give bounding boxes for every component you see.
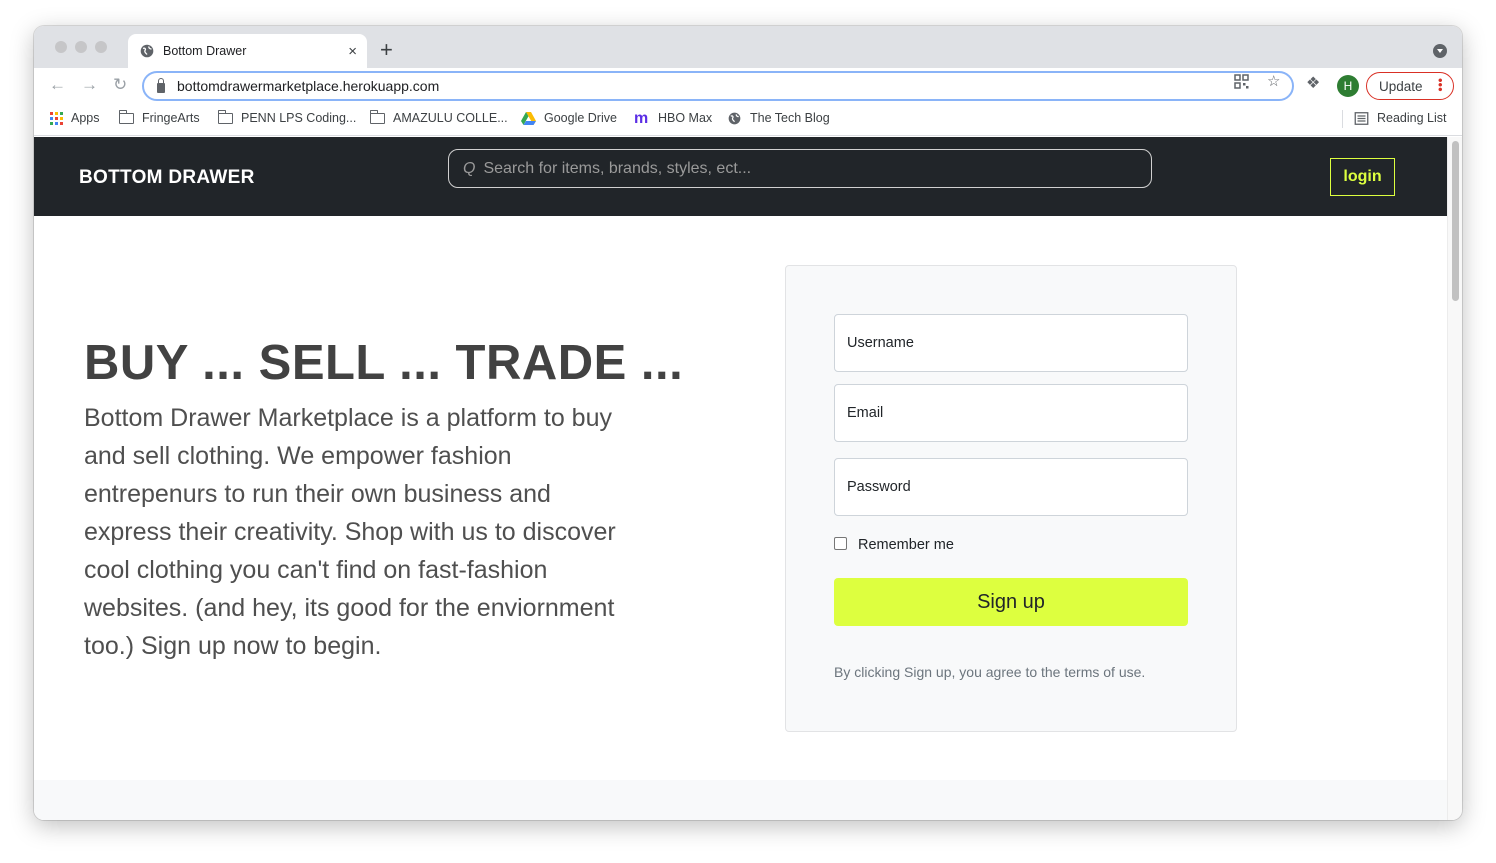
search-placeholder: Search for items, brands, styles, ect...: [483, 159, 752, 177]
reading-list-button[interactable]: Reading List: [1354, 111, 1447, 125]
site-navbar: BOTTOM DRAWER Q Search for items, brands…: [34, 137, 1447, 216]
username-placeholder: Username: [847, 335, 914, 351]
tab-strip: Bottom Drawer × +: [34, 26, 1462, 68]
username-field[interactable]: Username: [834, 314, 1188, 372]
profile-avatar[interactable]: H: [1337, 75, 1359, 97]
lock-icon[interactable]: [157, 77, 165, 93]
bookmark-label: The Tech Blog: [750, 111, 830, 125]
bookmark-hbo-max[interactable]: m HBO Max: [634, 109, 713, 127]
page-scrollbar[interactable]: [1447, 137, 1462, 820]
back-icon[interactable]: ←: [49, 76, 66, 93]
scrollbar-thumb[interactable]: [1452, 141, 1459, 301]
bookmark-label: PENN LPS Coding...: [241, 111, 357, 125]
bookmark-apps[interactable]: Apps: [50, 111, 100, 125]
password-placeholder: Password: [847, 479, 911, 495]
signup-button[interactable]: Sign up: [834, 578, 1188, 626]
minimize-window-button[interactable]: [75, 41, 87, 53]
bookmark-star-icon[interactable]: ☆: [1267, 74, 1280, 89]
apps-grid-icon: [50, 111, 63, 125]
qr-code-icon[interactable]: [1234, 74, 1249, 92]
reload-icon[interactable]: ↻: [113, 76, 127, 93]
bookmark-tech-blog[interactable]: The Tech Blog: [727, 111, 830, 125]
bookmark-fringearts[interactable]: FringeArts: [118, 109, 200, 125]
globe-icon: [140, 44, 154, 58]
zoom-window-button[interactable]: [95, 41, 107, 53]
more-menu-icon[interactable]: •••: [1433, 78, 1448, 92]
login-button[interactable]: login: [1330, 158, 1395, 196]
update-button[interactable]: Update •••: [1366, 72, 1454, 100]
email-field[interactable]: Email: [834, 384, 1188, 442]
bookmark-google-drive[interactable]: Google Drive: [521, 111, 617, 125]
bookmark-label: FringeArts: [142, 111, 200, 125]
google-drive-icon: [521, 111, 536, 125]
web-page: BOTTOM DRAWER Q Search for items, brands…: [34, 137, 1447, 820]
globe-icon: [728, 112, 741, 124]
bookmark-label: Google Drive: [544, 111, 617, 125]
tab-title: Bottom Drawer: [163, 44, 247, 58]
bookmark-label: HBO Max: [658, 111, 713, 125]
signup-card: Username Email Password Remember me Sign…: [785, 265, 1237, 732]
close-tab-icon[interactable]: ×: [348, 44, 357, 59]
terms-text: By clicking Sign up, you agree to the te…: [834, 664, 1146, 680]
address-bar[interactable]: bottomdrawermarketplace.herokuapp.com: [142, 71, 1294, 101]
forward-icon[interactable]: →: [81, 76, 98, 93]
remember-me[interactable]: Remember me: [834, 537, 954, 553]
password-field[interactable]: Password: [834, 458, 1188, 516]
url-text[interactable]: bottomdrawermarketplace.herokuapp.com: [177, 78, 439, 94]
bookmark-label: AMAZULU COLLE...: [393, 111, 508, 125]
reading-list-label: Reading List: [1377, 111, 1447, 125]
tab-bottom-drawer[interactable]: Bottom Drawer ×: [128, 34, 367, 68]
hero-title: BUY ... SELL ... TRADE ...: [84, 336, 684, 390]
hero-description: Bottom Drawer Marketplace is a platform …: [84, 404, 616, 660]
remember-label: Remember me: [858, 537, 954, 553]
folder-icon: [369, 109, 385, 124]
bookmarks-bar: Apps FringeArts PENN LPS Coding... AMAZU…: [34, 104, 1462, 136]
bookmark-label: Apps: [71, 111, 100, 125]
folder-icon: [118, 109, 134, 124]
new-tab-button[interactable]: +: [380, 39, 393, 61]
hbo-max-icon: m: [634, 109, 649, 127]
update-label: Update: [1379, 78, 1423, 94]
folder-icon: [217, 109, 233, 124]
bookmarks-divider: [1342, 110, 1343, 128]
tab-search-icon[interactable]: [1433, 44, 1447, 58]
reading-list-icon: [1354, 111, 1369, 125]
extensions-puzzle-icon[interactable]: ❖: [1306, 76, 1320, 92]
bookmark-penn-lps[interactable]: PENN LPS Coding...: [217, 109, 357, 125]
brand-logo[interactable]: BOTTOM DRAWER: [79, 167, 255, 189]
email-placeholder: Email: [847, 405, 884, 421]
close-window-button[interactable]: [55, 41, 67, 53]
bookmark-amazulu[interactable]: AMAZULU COLLE...: [369, 109, 508, 125]
browser-window: Bottom Drawer × + ← → ↻ bottomdrawermark…: [34, 26, 1462, 820]
search-icon: Q: [463, 159, 476, 177]
next-section: [34, 780, 1447, 820]
browser-toolbar: ← → ↻ bottomdrawermarketplace.herokuapp.…: [34, 68, 1462, 104]
search-input[interactable]: Q Search for items, brands, styles, ect.…: [448, 149, 1152, 188]
remember-checkbox[interactable]: [834, 537, 847, 550]
